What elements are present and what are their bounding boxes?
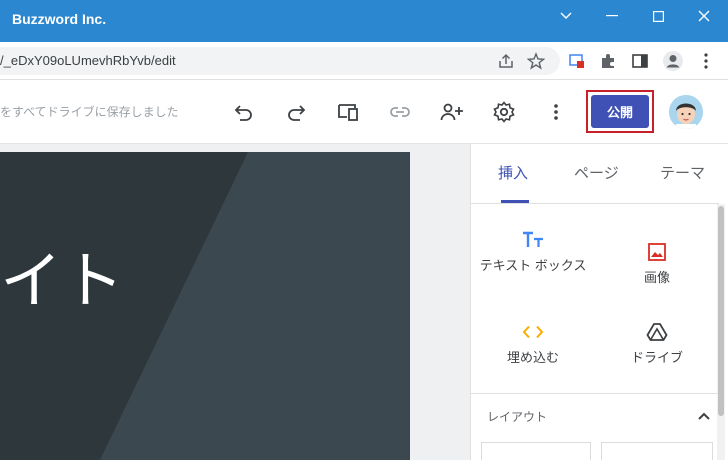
redo-icon — [288, 105, 306, 121]
copy-link-button[interactable] — [384, 96, 416, 128]
site-title[interactable]: イト — [0, 230, 124, 320]
url-field[interactable]: /_eDxY09oLUmevhRbYvb/edit — [0, 47, 560, 75]
insert-image-label: 画像 — [643, 270, 670, 285]
chevron-up-icon — [698, 412, 710, 420]
tab-pages[interactable]: ページ — [574, 162, 619, 183]
gear-icon — [493, 101, 515, 123]
tab-insert[interactable]: 挿入 — [498, 162, 528, 183]
add-person-icon — [440, 103, 463, 121]
maximize-icon — [652, 10, 664, 22]
insert-embed[interactable]: 埋め込む — [473, 320, 593, 365]
insert-drive-label: ドライブ — [630, 350, 683, 365]
avatar[interactable] — [669, 95, 703, 129]
extensions-button[interactable] — [594, 47, 622, 75]
screenshot-extension-button[interactable] — [563, 47, 591, 75]
panel-scrollbar-thumb[interactable] — [718, 206, 724, 416]
redo-button[interactable] — [280, 96, 312, 128]
puzzle-icon — [602, 54, 614, 68]
devices-icon — [338, 104, 358, 121]
share-button[interactable] — [492, 47, 520, 75]
preview-button[interactable] — [332, 96, 364, 128]
share-with-others-button[interactable] — [436, 96, 468, 128]
window-title: Buzzword Inc. — [12, 11, 107, 27]
side-panel-icon — [632, 54, 648, 68]
insert-text-box-label: テキスト ボックス — [479, 258, 587, 273]
drive-icon — [597, 320, 717, 344]
minimize-button[interactable] — [589, 0, 635, 32]
collapse-layout-button[interactable] — [697, 406, 713, 422]
embed-icon — [473, 320, 593, 344]
side-panel-button[interactable] — [626, 47, 654, 75]
layout-option[interactable] — [481, 442, 591, 460]
tabs-divider — [471, 203, 719, 204]
undo-button[interactable] — [228, 96, 260, 128]
profile-icon — [663, 51, 683, 71]
undo-icon — [234, 105, 252, 121]
save-status: をすべてドライブに保存しました — [0, 105, 179, 119]
share-icon — [499, 53, 513, 68]
section-divider — [471, 393, 719, 394]
close-icon — [698, 10, 710, 22]
publish-button[interactable]: 公開 — [591, 95, 649, 128]
browser-address-bar: /_eDxY09oLUmevhRbYvb/edit — [0, 42, 728, 80]
text-box-icon — [473, 228, 593, 252]
insert-text-box[interactable]: テキスト ボックス — [473, 228, 593, 273]
minimize-icon — [606, 15, 618, 17]
maximize-button[interactable] — [635, 0, 681, 32]
insert-drive[interactable]: ドライブ — [597, 320, 717, 365]
layout-option[interactable] — [601, 442, 713, 460]
more-vert-icon — [704, 53, 708, 69]
settings-button[interactable] — [488, 96, 520, 128]
browser-menu-button[interactable] — [692, 47, 720, 75]
link-icon — [390, 107, 410, 117]
layout-section-label: レイアウト — [487, 410, 548, 424]
star-icon — [527, 52, 545, 70]
profile-button[interactable] — [659, 47, 687, 75]
more-options-button[interactable] — [540, 96, 572, 128]
close-window-button[interactable] — [681, 0, 727, 32]
side-panel: 挿入 ページ テーマ テキスト ボックス 画像 埋め込む ドライブ レイアウト — [470, 144, 728, 460]
insert-embed-label: 埋め込む — [506, 350, 559, 365]
image-icon — [597, 240, 717, 264]
tab-themes[interactable]: テーマ — [660, 162, 705, 183]
insert-image[interactable]: 画像 — [597, 240, 717, 285]
window-title-bar: Buzzword Inc. — [0, 0, 728, 42]
site-header-banner[interactable]: イト — [0, 152, 410, 460]
avatar-face-icon — [669, 95, 703, 129]
chevron-down-icon — [560, 12, 572, 19]
tab-search-button[interactable] — [543, 0, 589, 32]
editor-toolbar: をすべてドライブに保存しました 公開 — [0, 80, 728, 144]
screenshot-icon — [569, 54, 584, 68]
bookmark-button[interactable] — [522, 47, 550, 75]
more-vert-icon — [554, 104, 558, 120]
editor-canvas: イト — [0, 144, 470, 460]
url-text: /_eDxY09oLUmevhRbYvb/edit — [0, 53, 176, 68]
